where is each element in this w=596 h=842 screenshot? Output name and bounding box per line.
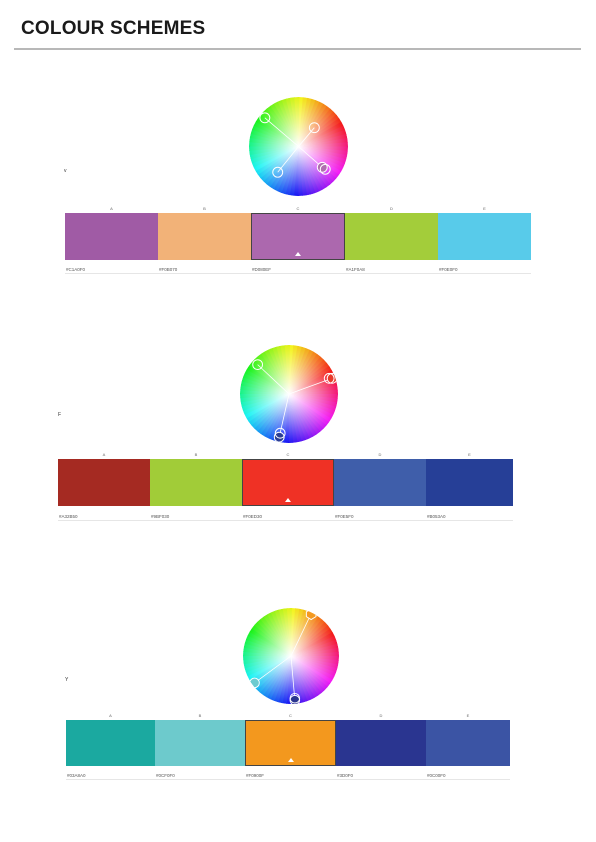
selected-indicator-icon <box>295 252 301 256</box>
colour-wheel[interactable] <box>249 97 348 196</box>
hex-value: #F0B070 <box>158 266 251 274</box>
colour-wheel-graphic <box>249 97 348 196</box>
swatch-label: B <box>194 452 198 457</box>
colour-swatch[interactable] <box>336 720 426 766</box>
hex-value: #F0ED30 <box>242 513 334 521</box>
colour-swatch[interactable] <box>150 459 242 506</box>
hex-value: #A32B50 <box>58 513 150 521</box>
swatch-label: C <box>296 206 300 211</box>
hex-value: #3D0F0 <box>336 772 426 780</box>
colour-swatch[interactable] <box>334 459 426 506</box>
swatch-label: B <box>203 206 206 211</box>
hex-value: #9BF030 <box>150 513 242 521</box>
swatch-label: A <box>110 206 113 211</box>
hex-value: #A1F0A8 <box>345 266 438 274</box>
swatch-label: C <box>286 452 290 457</box>
swatch-label: D <box>390 206 393 211</box>
hex-value: #0C00F0 <box>426 772 510 780</box>
colour-swatch-selected[interactable] <box>242 459 334 506</box>
hex-value: #0CF0F0 <box>155 772 245 780</box>
swatch-label: C <box>289 713 292 718</box>
colour-wheel-graphic <box>243 608 339 704</box>
colour-swatch[interactable] <box>155 720 245 766</box>
hex-value: #B053A0 <box>426 513 513 521</box>
swatch-label: A <box>102 452 106 457</box>
hex-value: #F0E5F0 <box>334 513 426 521</box>
scheme-marker: Y <box>65 677 69 683</box>
colour-swatch-selected[interactable] <box>245 720 336 766</box>
colour-swatch[interactable] <box>66 720 155 766</box>
scheme-marker: F <box>58 412 62 418</box>
scheme-marker: v <box>64 168 67 174</box>
swatch-label: E <box>483 206 486 211</box>
hex-value: #D080EF <box>251 266 345 274</box>
swatch-label: B <box>198 713 202 718</box>
swatch-strip <box>65 213 531 260</box>
title-divider <box>14 48 581 50</box>
colour-swatch[interactable] <box>345 213 438 260</box>
swatch-label: D <box>378 452 382 457</box>
colour-swatch-selected[interactable] <box>251 213 345 260</box>
colour-swatch[interactable] <box>438 213 531 260</box>
colour-swatch[interactable] <box>158 213 251 260</box>
swatch-label: A <box>109 713 112 718</box>
colour-swatch[interactable] <box>58 459 150 506</box>
selected-indicator-icon <box>285 498 291 502</box>
colour-wheel-graphic <box>240 345 338 443</box>
colour-wheel[interactable] <box>243 608 339 704</box>
colour-wheel[interactable] <box>240 345 338 443</box>
swatch-label: E <box>466 713 470 718</box>
selected-indicator-icon <box>287 758 294 762</box>
hex-value: #F0900F <box>245 772 336 780</box>
page-title: COLOUR SCHEMES <box>21 18 206 39</box>
hex-value: #C1A0F0 <box>65 266 158 274</box>
swatch-strip <box>58 459 513 506</box>
colour-swatch[interactable] <box>426 459 513 506</box>
swatch-strip <box>66 720 510 766</box>
colour-swatch[interactable] <box>426 720 510 766</box>
hex-value: #03A8A0 <box>66 772 155 780</box>
swatch-label: E <box>468 452 471 457</box>
swatch-label: D <box>379 713 383 718</box>
hex-value: #F0E0F0 <box>438 266 531 274</box>
colour-swatch[interactable] <box>65 213 158 260</box>
